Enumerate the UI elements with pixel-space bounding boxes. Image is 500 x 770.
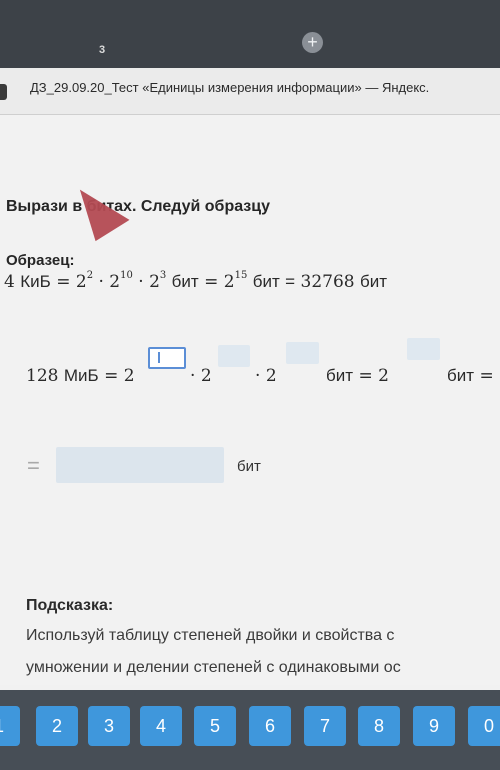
window-title: ДЗ_29.09.20_Тест «Единицы измерения инфо… (30, 80, 430, 95)
task-instruction: Вырази в битах. Следуй образцу (6, 198, 270, 215)
power-base: 2 (265, 366, 277, 386)
exponent-input-2[interactable] (218, 345, 250, 367)
equals-sign: = (104, 366, 119, 386)
unit-bit: бит (360, 272, 388, 291)
key-6[interactable]: 6 (249, 706, 291, 746)
power-base: 2 (75, 272, 87, 292)
key-7[interactable]: 7 (304, 706, 346, 746)
new-tab-button[interactable]: + (302, 32, 323, 53)
unit-bit: бит (252, 272, 280, 291)
sample-label: Образец: (6, 252, 75, 269)
sample-equation: 4 КиБ = 22 · 210 · 23 бит = 215 бит = 32… (4, 270, 388, 292)
equals-sign: = (204, 272, 219, 292)
exponent-input-4[interactable] (407, 338, 440, 360)
equals-sign: = (358, 366, 373, 386)
key-9[interactable]: 9 (413, 706, 455, 746)
multiply-dot: · (255, 366, 261, 386)
key-8[interactable]: 8 (358, 706, 400, 746)
hint-title: Подсказка: (26, 597, 114, 614)
equals-sign: = (27, 453, 40, 478)
equation-lhs-unit: МиБ (63, 366, 99, 385)
favicon-icon (0, 84, 7, 100)
equals-sign: = (56, 272, 71, 292)
equation-lhs-number: 128 (26, 366, 59, 386)
answer-input[interactable] (56, 447, 224, 483)
exponent: 10 (120, 270, 133, 282)
hint-text-line-1: Используй таблицу степеней двойки и свой… (26, 627, 395, 644)
equation-term-4: бит = 2 (326, 366, 389, 386)
exponent-input-1[interactable] (148, 347, 186, 369)
key-0[interactable]: 0 (468, 706, 500, 746)
equation-term-5: бит = (447, 366, 494, 386)
sample-result: 32768 (300, 272, 355, 292)
equals-sign: = (285, 272, 296, 291)
power-base: 2 (123, 366, 135, 386)
sample-lhs-number: 4 (4, 272, 15, 292)
power-base: 2 (223, 272, 235, 292)
tab-number[interactable]: 3 (99, 44, 105, 56)
key-3[interactable]: 3 (88, 706, 130, 746)
multiply-dot: · (138, 272, 144, 292)
exponent: 2 (86, 270, 94, 282)
key-4[interactable]: 4 (140, 706, 182, 746)
equals-sign: = (479, 366, 494, 386)
exponent-input-3[interactable] (286, 342, 319, 364)
sample-lhs-unit: КиБ (20, 272, 51, 291)
power-base: 2 (149, 272, 160, 292)
equation-term-2: · 2 (190, 366, 212, 386)
unit-bit: бит (447, 366, 475, 385)
key-1[interactable]: 1 (0, 706, 20, 746)
equation-lhs: 128 МиБ = 2 (26, 366, 135, 386)
key-2[interactable]: 2 (36, 706, 78, 746)
power-base: 2 (109, 272, 121, 292)
multiply-dot: · (190, 366, 196, 386)
power-base: 2 (200, 366, 212, 386)
exponent: 3 (159, 270, 167, 282)
answer-unit: бит (237, 458, 261, 475)
exponent: 15 (234, 270, 248, 282)
browser-tab-bar (0, 0, 500, 68)
equation-term-3: · 2 (255, 366, 277, 386)
multiply-dot: · (98, 272, 104, 292)
unit-bit: бит (326, 366, 354, 385)
key-5[interactable]: 5 (194, 706, 236, 746)
power-base: 2 (378, 366, 389, 386)
hint-text-line-2: умножении и делении степеней с одинаковы… (26, 659, 401, 676)
unit-bit: бит (171, 272, 199, 291)
